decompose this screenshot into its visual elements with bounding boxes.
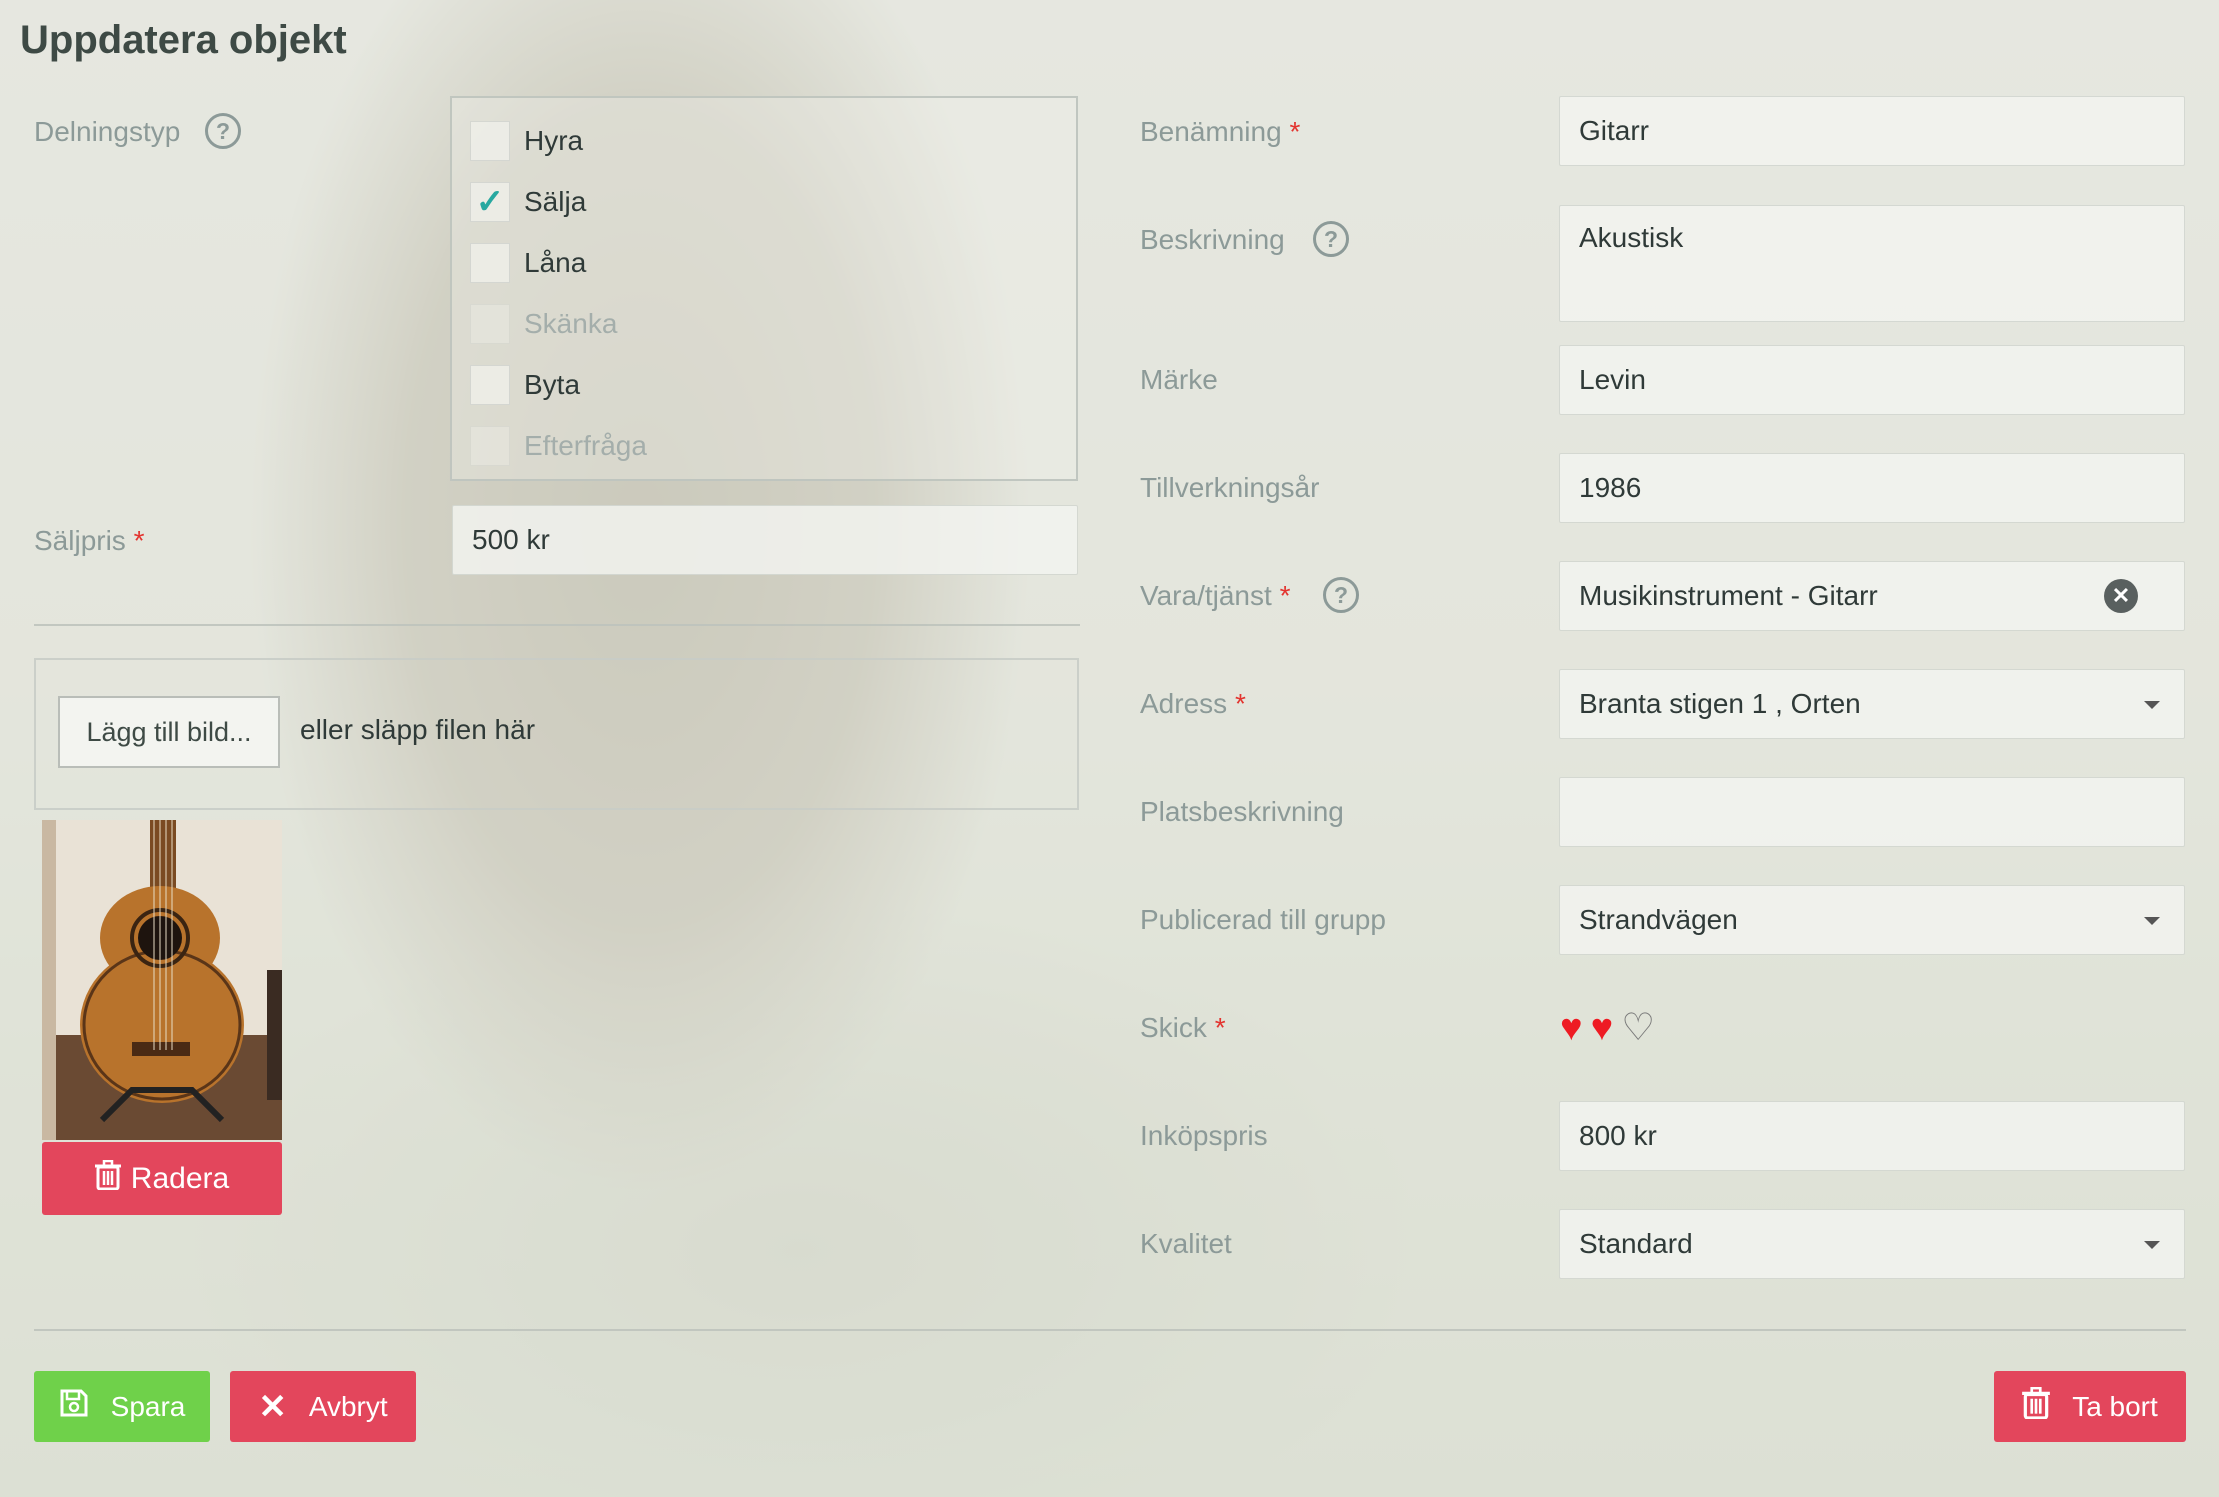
sale-price-input[interactable]: 500 kr: [452, 505, 1078, 575]
checkbox-box[interactable]: [470, 121, 510, 161]
add-image-button[interactable]: Lägg till bild...: [58, 696, 280, 768]
delete-item-label: Ta bort: [2072, 1390, 2158, 1422]
cancel-button[interactable]: ✕ Avbryt: [230, 1371, 416, 1442]
brand-input[interactable]: Levin: [1559, 345, 2185, 415]
close-icon: ✕: [258, 1387, 287, 1426]
guitar-image-thumbnail: [42, 820, 282, 1140]
checkbox-box: [470, 304, 510, 344]
group-select[interactable]: Strandvägen: [1559, 885, 2185, 955]
dropzone-hint: eller släpp filen här: [300, 714, 536, 745]
checkbox-efterfraga: Efterfråga: [470, 424, 647, 468]
category-value: Musikinstrument - Gitarr: [1579, 580, 1878, 611]
checkbox-label: Byta: [524, 369, 581, 400]
quality-select[interactable]: Standard: [1559, 1209, 2185, 1279]
sharing-type-checkbox-group: Hyra ✓ Sälja Låna Skänka Byta Efterfråga: [450, 96, 1078, 481]
chevron-down-icon[interactable]: [2144, 1241, 2160, 1249]
checkbox-salja[interactable]: ✓ Sälja: [470, 180, 586, 224]
checkbox-hyra[interactable]: Hyra: [470, 119, 583, 163]
category-help-icon[interactable]: ?: [1323, 577, 1359, 613]
heart-outline-icon[interactable]: ♡: [1621, 1008, 1655, 1048]
quality-value: Standard: [1579, 1228, 1693, 1259]
group-value: Strandvägen: [1579, 904, 1738, 935]
checkbox-label: Efterfråga: [524, 430, 647, 461]
guitar-photo: [42, 820, 282, 1140]
checkbox-label: Sälja: [524, 186, 587, 217]
purchase-price-input[interactable]: 800 kr: [1559, 1101, 2185, 1171]
sharing-type-label: Delningstyp: [34, 116, 181, 147]
description-help-icon[interactable]: ?: [1313, 221, 1349, 257]
checkbox-label: Låna: [524, 247, 587, 278]
save-button[interactable]: Spara: [34, 1371, 210, 1442]
floppy-disk-icon: [59, 1388, 89, 1425]
checkbox-box: [470, 426, 510, 466]
checkbox-label: Hyra: [524, 125, 584, 156]
name-label: Benämning *: [1140, 116, 1301, 147]
year-label: Tillverkningsår: [1140, 472, 1320, 503]
address-select[interactable]: Branta stigen 1 , Orten: [1559, 669, 2185, 739]
checkbox-skanka: Skänka: [470, 302, 617, 346]
delete-item-button[interactable]: Ta bort: [1994, 1371, 2186, 1442]
heart-filled-icon[interactable]: ♥: [1560, 1008, 1583, 1048]
image-dropzone[interactable]: Lägg till bild... eller släpp filen här: [34, 658, 1079, 810]
name-input[interactable]: Gitarr: [1559, 96, 2185, 166]
trash-icon: [2022, 1386, 2051, 1426]
checkmark-icon[interactable]: ✓: [470, 182, 510, 222]
description-label: Beskrivning: [1140, 224, 1285, 255]
divider: [34, 1329, 2186, 1331]
clear-icon[interactable]: ✕: [2104, 579, 2138, 613]
update-item-dialog: Uppdatera objekt Delningstyp ? Hyra ✓ Sä…: [0, 0, 2219, 1497]
trash-icon: [94, 1159, 121, 1198]
checkbox-box[interactable]: [470, 243, 510, 283]
address-value: Branta stigen 1 , Orten: [1579, 688, 1861, 719]
delete-image-button[interactable]: Radera: [42, 1142, 282, 1215]
checkbox-byta[interactable]: Byta: [470, 363, 580, 407]
address-label: Adress *: [1140, 688, 1246, 719]
checkbox-label: Skänka: [524, 308, 618, 339]
delete-image-label: Radera: [130, 1161, 230, 1195]
sale-price-label: Säljpris *: [34, 525, 145, 556]
category-label: Vara/tjänst *: [1140, 580, 1291, 611]
condition-rating[interactable]: ♥ ♥ ♡: [1560, 1008, 1655, 1048]
cancel-label: Avbryt: [308, 1390, 388, 1422]
save-label: Spara: [110, 1390, 186, 1422]
quality-label: Kvalitet: [1140, 1228, 1232, 1259]
chevron-down-icon[interactable]: [2144, 701, 2160, 709]
purchase-price-label: Inköpspris: [1140, 1120, 1268, 1151]
chevron-down-icon[interactable]: [2144, 917, 2160, 925]
page-title: Uppdatera objekt: [20, 18, 347, 62]
checkbox-box[interactable]: [470, 365, 510, 405]
place-description-input[interactable]: [1559, 777, 2185, 847]
category-select[interactable]: Musikinstrument - Gitarr ✕: [1559, 561, 2185, 631]
divider: [34, 624, 1080, 626]
sharing-type-help-icon[interactable]: ?: [205, 113, 241, 149]
year-input[interactable]: 1986: [1559, 453, 2185, 523]
heart-filled-icon[interactable]: ♥: [1591, 1008, 1614, 1048]
condition-label: Skick *: [1140, 1012, 1226, 1043]
checkbox-lana[interactable]: Låna: [470, 241, 586, 285]
group-label: Publicerad till grupp: [1140, 904, 1386, 935]
brand-label: Märke: [1140, 364, 1218, 395]
description-textarea[interactable]: Akustisk: [1559, 205, 2185, 322]
place-description-label: Platsbeskrivning: [1140, 796, 1344, 827]
